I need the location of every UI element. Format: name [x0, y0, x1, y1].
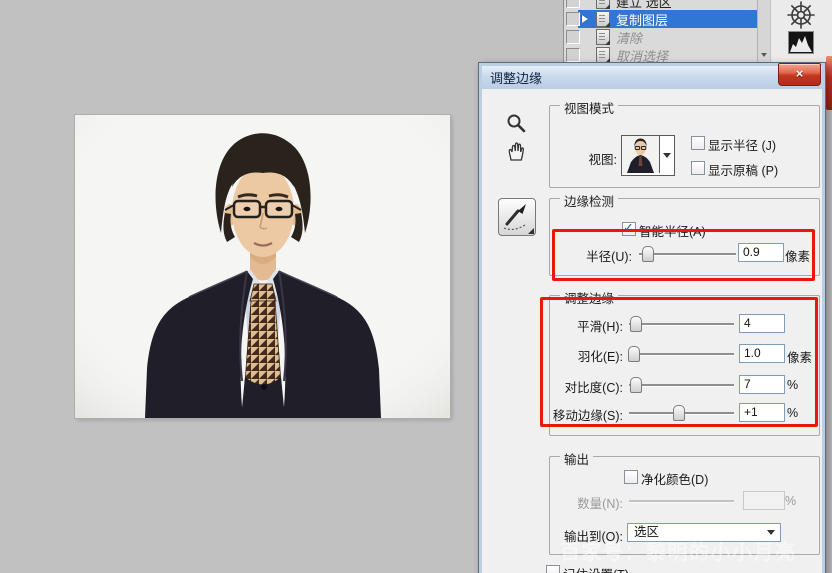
history-source-well[interactable] — [566, 12, 580, 26]
history-scrollbar[interactable] — [757, 0, 771, 62]
dropdown-arrow-icon — [767, 530, 775, 535]
show-original-checkbox[interactable] — [691, 161, 705, 175]
dialog-title: 调整边缘 — [490, 68, 542, 87]
output-legend: 输出 — [560, 449, 593, 468]
histogram-thumbnail-icon[interactable] — [788, 31, 814, 54]
refine-radius-brush-button[interactable] — [498, 198, 536, 236]
history-source-well[interactable] — [566, 0, 580, 8]
history-item-duplicate-layer[interactable]: 复制图层 — [564, 10, 758, 28]
remember-settings-checkbox[interactable] — [546, 565, 560, 573]
dialog-titlebar[interactable]: 调整边缘 — [482, 66, 822, 89]
portrait-man-image — [75, 115, 450, 418]
panel-icon-strip — [770, 0, 832, 62]
background-close-button-sliver — [826, 56, 832, 110]
zoom-tool-icon[interactable] — [505, 112, 527, 134]
amount-unit: % — [785, 494, 796, 508]
show-radius-label: 显示半径 (J) — [708, 135, 776, 154]
annotation-rect-adjust-edge — [540, 297, 818, 427]
history-source-well[interactable] — [566, 30, 580, 44]
brush-icon — [499, 199, 533, 233]
history-source-well[interactable] — [566, 48, 580, 62]
history-item-label: 复制图层 — [616, 10, 668, 29]
screenshot-root: 建立 选区 复制图层 清除 取消选择 — [0, 0, 832, 573]
view-thumbnail-image — [622, 136, 660, 173]
history-item-label: 取消选择 — [616, 46, 668, 63]
decontaminate-colors-label: 净化颜色(D) — [641, 469, 708, 488]
view-mode-legend: 视图模式 — [560, 98, 618, 117]
hand-tool-icon[interactable] — [504, 138, 528, 162]
close-button[interactable]: × — [778, 63, 821, 86]
photo-document — [75, 115, 450, 418]
history-panel: 建立 选区 复制图层 清除 取消选择 — [563, 0, 771, 62]
view-mode-group: 视图模式 — [549, 105, 820, 188]
amount-label: 数量(N): — [507, 493, 623, 512]
slider-track — [629, 500, 734, 502]
history-state-icon — [596, 11, 610, 27]
annotation-rect-radius — [552, 229, 815, 281]
history-item-clear[interactable]: 清除 — [564, 28, 758, 46]
view-dropdown-arrow-icon[interactable] — [660, 136, 674, 175]
watermark-text: 百家号：黎明的小小月亮 — [560, 536, 797, 565]
show-original-label: 显示原稿 (P) — [708, 160, 778, 179]
view-label: 视图: — [555, 149, 617, 168]
view-thumbnail-select[interactable] — [621, 135, 675, 176]
amount-slider — [629, 491, 734, 510]
history-item-clipped[interactable]: 建立 选区 — [564, 0, 758, 10]
scroll-down-arrow-icon[interactable] — [761, 53, 767, 57]
history-state-icon — [596, 0, 610, 9]
history-state-icon — [596, 29, 610, 45]
history-state-icon — [596, 47, 610, 62]
history-item-deselect[interactable]: 取消选择 — [564, 46, 758, 62]
remember-settings-label: 记住设置(T) — [563, 564, 629, 573]
edge-detection-legend: 边缘检测 — [560, 191, 618, 210]
decontaminate-colors-checkbox[interactable] — [624, 470, 638, 484]
current-state-arrow-icon — [582, 15, 588, 23]
show-radius-checkbox[interactable] — [691, 136, 705, 150]
history-item-label: 清除 — [616, 28, 642, 47]
amount-input — [743, 491, 785, 510]
ship-wheel-icon[interactable] — [787, 1, 815, 29]
